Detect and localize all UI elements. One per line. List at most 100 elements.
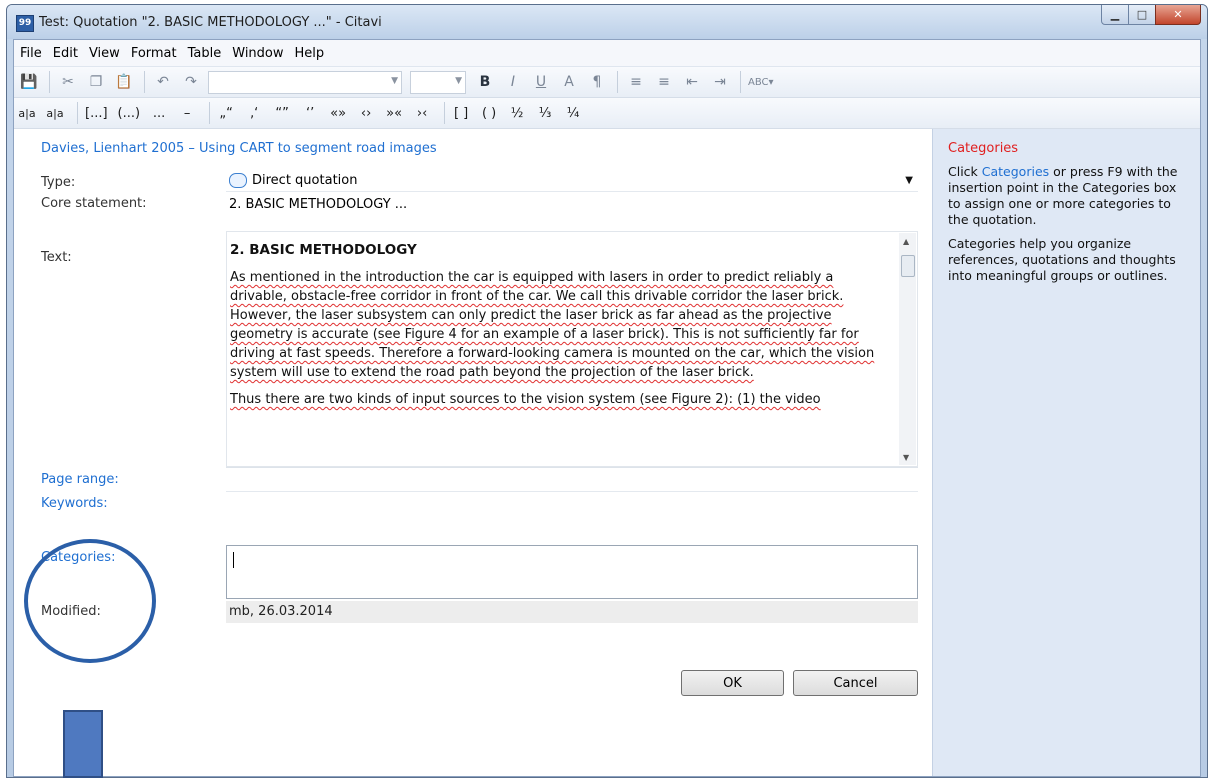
toolbar2-item-6[interactable]: „“ (217, 102, 235, 124)
type-dropdown[interactable]: Direct quotation ▼ (226, 169, 918, 191)
categories-field[interactable] (226, 545, 918, 599)
dialog-client: File Edit View Format Table Window Help … (13, 39, 1201, 777)
toolbar2-item-4[interactable]: ... (150, 102, 168, 124)
side-categories-link[interactable]: Categories (982, 164, 1049, 179)
toolbar-separator (444, 102, 446, 124)
toolbar2-item-9[interactable]: ‘’ (301, 102, 319, 124)
menu-help[interactable]: Help (295, 46, 325, 61)
increase-indent-icon[interactable]: ⇥ (709, 71, 731, 93)
text-label: Text: (41, 250, 72, 265)
toolbar2-item-13[interactable]: ›‹ (413, 102, 431, 124)
toolbar2-item-1[interactable]: a|a (46, 102, 64, 124)
toolbar-separator (144, 71, 145, 93)
reference-link[interactable]: Davies, Lienhart 2005 – Using CART to se… (41, 141, 437, 156)
quotation-marks-toolbar: a|a a|a [...] (...) ... – „“ ‚‘ “” ‘’ «»… (14, 98, 1200, 129)
text-caret (233, 552, 234, 568)
font-color-icon[interactable]: A (558, 71, 580, 93)
toolbar2-item-0[interactable]: a|a (18, 102, 36, 124)
save-icon[interactable]: 💾 (18, 71, 40, 93)
bullet-list-icon[interactable]: ≡ (625, 71, 647, 93)
window-title: Test: Quotation "2. BASIC METHODOLOGY ..… (39, 15, 382, 30)
numbered-list-icon[interactable]: ≡ (653, 71, 675, 93)
text-paragraph: As mentioned in the introduction the car… (230, 270, 875, 380)
undo-icon[interactable]: ↶ (152, 71, 174, 93)
side-text: Click (948, 164, 982, 179)
annotation-arrow (63, 710, 103, 778)
decrease-indent-icon[interactable]: ⇤ (681, 71, 703, 93)
toolbar2-item-14[interactable]: [ ] (452, 102, 470, 124)
scroll-up-icon[interactable]: ▲ (903, 237, 909, 246)
toolbar-separator (209, 102, 211, 124)
speech-bubble-icon (229, 172, 247, 188)
scroll-thumb[interactable] (901, 255, 915, 277)
toolbar-separator (740, 71, 741, 93)
toolbar2-item-11[interactable]: ‹› (357, 102, 375, 124)
chevron-down-icon[interactable]: ▼ (905, 175, 913, 186)
menu-view[interactable]: View (89, 46, 120, 61)
chevron-down-icon: ▼ (455, 75, 462, 86)
toolbar2-item-3[interactable]: (...) (118, 102, 141, 124)
chevron-down-icon: ▼ (391, 75, 398, 86)
spellcheck-icon[interactable]: ABC▾ (748, 71, 774, 93)
toolbar2-item-5[interactable]: – (178, 102, 196, 124)
toolbar2-item-17[interactable]: ⅓ (536, 102, 554, 124)
toolbar-separator (617, 71, 618, 93)
toolbar2-item-15[interactable]: ( ) (480, 102, 498, 124)
core-statement-label: Core statement: (41, 196, 147, 211)
font-size-combo[interactable]: ▼ (410, 70, 466, 94)
side-panel-paragraph: Categories help you organize references,… (948, 236, 1176, 283)
toolbar2-item-7[interactable]: ‚‘ (245, 102, 263, 124)
underline-icon[interactable]: U (530, 71, 552, 93)
text-paragraph: Thus there are two kinds of input source… (230, 392, 821, 407)
quotation-form: Davies, Lienhart 2005 – Using CART to se… (14, 129, 932, 776)
core-statement-field[interactable]: 2. BASIC METHODOLOGY ... (226, 191, 918, 231)
toolbar2-item-16[interactable]: ½ (508, 102, 526, 124)
type-value: Direct quotation (252, 172, 358, 188)
toolbar2-item-2[interactable]: [...] (85, 102, 108, 124)
italic-icon[interactable]: I (502, 71, 524, 93)
quotation-text-editor[interactable]: 2. BASIC METHODOLOGY As mentioned in the… (226, 231, 918, 467)
paste-icon[interactable]: 📋 (113, 71, 135, 93)
menu-edit[interactable]: Edit (53, 46, 78, 61)
font-name-combo[interactable]: ▼ (208, 70, 402, 94)
scroll-down-icon[interactable]: ▼ (903, 453, 909, 462)
maximize-button[interactable]: □ (1128, 5, 1156, 25)
annotation-circle (24, 539, 156, 663)
caption-buttons: ▁ □ ✕ (1101, 5, 1201, 25)
quotation-text-content: 2. BASIC METHODOLOGY As mentioned in the… (230, 241, 894, 417)
side-panel-paragraph: Click Categories or press F9 with the in… (948, 164, 1190, 228)
page-range-link[interactable]: Page range: (41, 472, 119, 487)
menu-file[interactable]: File (20, 46, 42, 61)
modified-value: mb, 26.03.2014 (226, 601, 918, 623)
toolbar-separator (49, 71, 50, 93)
toolbar2-item-10[interactable]: «» (329, 102, 347, 124)
keywords-field[interactable] (226, 491, 918, 546)
text-heading: 2. BASIC METHODOLOGY (230, 242, 417, 258)
ok-button[interactable]: OK (681, 670, 784, 696)
menu-format[interactable]: Format (131, 46, 177, 61)
minimize-button[interactable]: ▁ (1101, 5, 1129, 25)
side-panel-title: Categories (948, 141, 1019, 156)
menu-table[interactable]: Table (188, 46, 222, 61)
toolbar2-item-12[interactable]: »« (385, 102, 403, 124)
bold-icon[interactable]: B (474, 71, 496, 93)
toolbar2-item-8[interactable]: “” (273, 102, 291, 124)
close-button[interactable]: ✕ (1155, 5, 1201, 25)
citavi-window: 99 Test: Quotation "2. BASIC METHODOLOGY… (6, 4, 1208, 778)
paragraph-icon[interactable]: ¶ (586, 71, 608, 93)
menu-bar: File Edit View Format Table Window Help (14, 40, 1200, 67)
citavi-app-icon[interactable]: 99 (16, 15, 34, 32)
text-scrollbar[interactable]: ▲ ▼ (899, 233, 916, 465)
help-side-panel: Categories Click Categories or press F9 … (932, 129, 1200, 776)
toolbar2-item-18[interactable]: ¼ (564, 102, 582, 124)
title-bar[interactable]: 99 Test: Quotation "2. BASIC METHODOLOGY… (7, 5, 1207, 39)
menu-window[interactable]: Window (232, 46, 283, 61)
page-range-field[interactable] (226, 467, 918, 492)
formatting-toolbar: 💾 ✂ ❐ 📋 ↶ ↷ ▼ ▼ B I U A ¶ ≡ ≡ ⇤ ⇥ ABC▾ (14, 67, 1200, 98)
toolbar-separator (77, 102, 78, 124)
copy-icon[interactable]: ❐ (85, 71, 107, 93)
keywords-link[interactable]: Keywords: (41, 496, 108, 511)
cut-icon[interactable]: ✂ (57, 71, 79, 93)
cancel-button[interactable]: Cancel (793, 670, 918, 696)
redo-icon[interactable]: ↷ (180, 71, 202, 93)
